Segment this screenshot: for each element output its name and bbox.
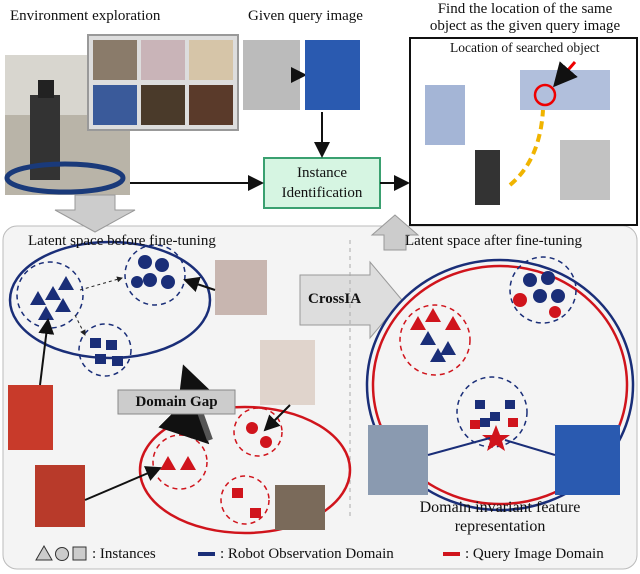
find-label-1: Find the location of the same <box>437 1 613 17</box>
crossia-label: CrossIA <box>308 291 362 307</box>
can-photo-query <box>35 465 85 527</box>
query-can-photo <box>305 40 360 110</box>
invariant-label-2: representation <box>454 518 546 535</box>
plush-photo-query <box>260 340 315 405</box>
can-photo-query-after <box>555 425 620 495</box>
legend-robot-domain: : Robot Observation Domain <box>220 546 394 562</box>
plush-photo-robot <box>215 260 267 315</box>
map-view <box>409 37 638 226</box>
instance-id-2: Identification <box>281 185 363 201</box>
legend-robot-swatch <box>198 552 215 556</box>
phone-photo <box>243 40 300 110</box>
legend-instances: : Instances <box>92 546 156 562</box>
env-label: Environment exploration <box>10 8 161 24</box>
person-photo <box>275 485 325 530</box>
can-photo-robot-after <box>368 425 428 495</box>
searched-label: Location of searched object <box>450 40 600 55</box>
legend-query-swatch <box>443 552 460 556</box>
can-photo-robot <box>8 385 53 450</box>
legend-query-domain: : Query Image Domain <box>465 546 604 562</box>
instance-id-1: Instance <box>297 165 347 181</box>
observation-thumbnails <box>87 34 239 131</box>
legend-instance-icons <box>35 544 87 561</box>
diagram-canvas <box>2 34 638 570</box>
domain-gap-label: Domain Gap <box>135 394 218 410</box>
before-label: Latent space before fine-tuning <box>28 233 216 249</box>
find-label-2: object as the given query image <box>429 18 621 34</box>
query-label: Given query image <box>248 8 363 24</box>
after-label: Latent space after fine-tuning <box>405 233 582 249</box>
invariant-label-1: Domain invariant feature <box>419 499 581 516</box>
figure: Environment exploration Given query imag… <box>0 0 640 574</box>
